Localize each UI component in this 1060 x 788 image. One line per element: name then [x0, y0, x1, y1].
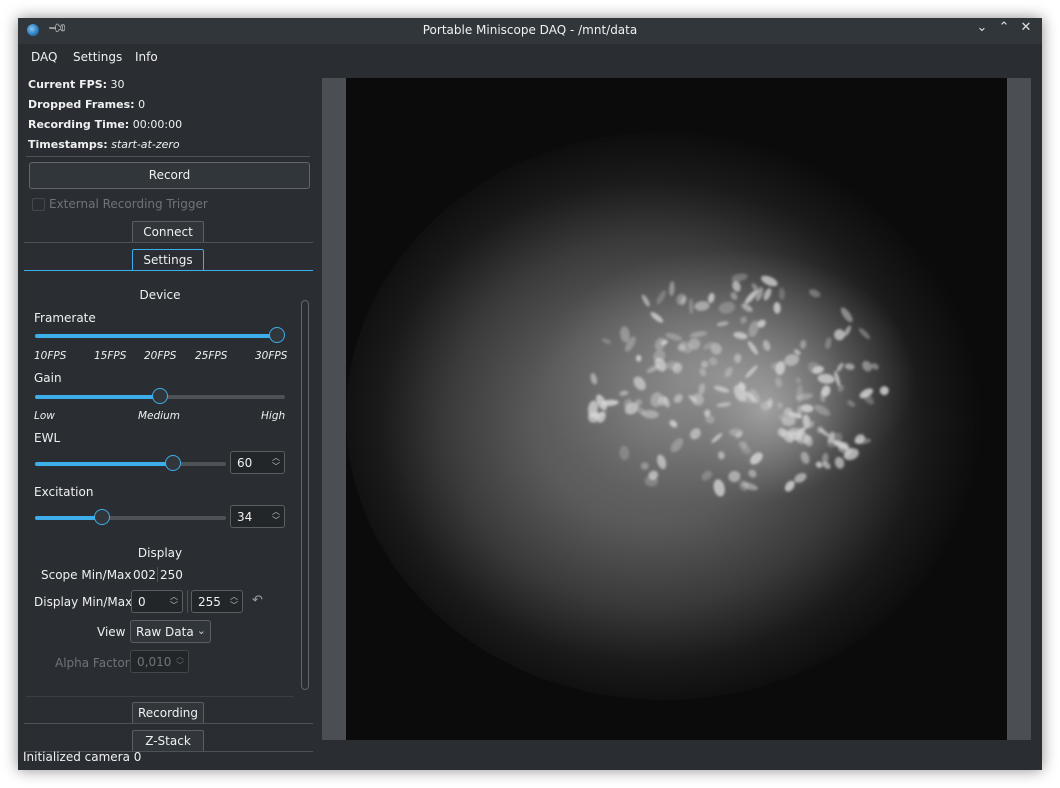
window-title: Portable Miniscope DAQ - /mnt/data [422, 23, 638, 37]
excitation-spinbox[interactable]: 34 ︿ ﹀ [230, 505, 285, 528]
recording-time: Recording Time: 00:00:00 [28, 118, 183, 131]
ewl-handle[interactable] [164, 455, 181, 471]
tab-divider [24, 723, 313, 724]
menu-daq[interactable]: DAQ [31, 50, 57, 64]
camera-frame [346, 78, 1007, 740]
framerate-tick: 30FPS [255, 350, 288, 362]
divider [26, 156, 310, 157]
scope-max-value: 250 [160, 568, 183, 582]
excitation-label: Excitation [34, 485, 94, 499]
display-minmax-label: Display Min/Max [34, 595, 133, 609]
tab-divider [24, 242, 313, 243]
timestamps: Timestamps: start-at-zero [28, 138, 180, 151]
alpha-factor-spinbox: 0,010 ︿ ﹀ [130, 650, 189, 673]
menu-info[interactable]: Info [135, 50, 158, 64]
spin-arrows-icon[interactable]: ︿ ﹀ [272, 507, 280, 525]
dropped-frames: Dropped Frames: 0 [28, 98, 146, 111]
reset-icon[interactable]: ↶ [252, 593, 263, 608]
record-button[interactable]: Record [29, 162, 310, 189]
excitation-slider[interactable] [35, 509, 226, 525]
spin-arrows-icon[interactable]: ︿ ﹀ [170, 592, 178, 610]
tab-settings-underline [24, 270, 313, 271]
title-bar[interactable]: 📌︎ Portable Miniscope DAQ - /mnt/data ⌄ … [18, 17, 1042, 44]
alpha-factor-label: Alpha Factor [55, 656, 130, 670]
display-section-title: Display [137, 546, 183, 560]
display-max-spinbox[interactable]: 255 ︿ ﹀ [191, 590, 243, 613]
spin-arrows-icon[interactable]: ︿ ﹀ [230, 592, 238, 610]
scope-min-value: 002 [133, 568, 156, 582]
spin-arrows-icon[interactable]: ︿ ﹀ [272, 453, 280, 471]
view-label: View [97, 625, 126, 639]
framerate-handle[interactable] [269, 327, 285, 343]
divider [26, 696, 294, 697]
gain-tick-low: Low [34, 410, 55, 422]
external-trigger-checkbox[interactable] [32, 198, 45, 211]
gain-slider[interactable] [35, 388, 285, 404]
gain-handle[interactable] [152, 388, 168, 404]
spin-arrows-icon: ︿ ﹀ [176, 652, 184, 670]
control-panel: Current FPS: 30 Dropped Frames: 0 Record… [18, 70, 318, 752]
menu-settings[interactable]: Settings [73, 50, 122, 64]
minimize-button[interactable]: ⌄ [974, 20, 990, 35]
status-bar: Initialized camera 0 [23, 750, 142, 764]
video-display[interactable] [322, 78, 1031, 740]
excitation-handle[interactable] [93, 509, 110, 525]
chevron-down-icon: ⌄ [196, 624, 206, 637]
framerate-label: Framerate [34, 311, 96, 325]
gain-tick-high: High [261, 410, 286, 422]
view-select[interactable]: Raw Data ⌄ [130, 620, 211, 643]
framerate-slider[interactable] [35, 327, 285, 343]
device-section-title: Device [139, 288, 181, 302]
divider [187, 590, 188, 613]
gain-label: Gain [34, 371, 62, 385]
tab-zstack[interactable]: Z-Stack [132, 730, 204, 752]
divider [157, 567, 158, 582]
tab-settings[interactable]: Settings [132, 249, 204, 271]
menu-bar: DAQ Settings Info [18, 44, 1042, 70]
settings-scrollbar[interactable] [301, 300, 309, 690]
tab-connect[interactable]: Connect [132, 221, 204, 243]
current-fps: Current FPS: 30 [28, 78, 125, 91]
external-trigger-label: External Recording Trigger [49, 197, 208, 211]
ewl-slider[interactable] [35, 455, 226, 471]
ewl-spinbox[interactable]: 60 ︿ ﹀ [230, 451, 285, 474]
scope-minmax-label: Scope Min/Max [41, 568, 132, 582]
framerate-tick: 20FPS [144, 350, 177, 362]
tab-recording[interactable]: Recording [132, 702, 204, 724]
framerate-tick: 10FPS [34, 350, 67, 362]
close-button[interactable]: ✕ [1018, 20, 1034, 35]
framerate-tick: 25FPS [195, 350, 228, 362]
framerate-tick: 15FPS [94, 350, 127, 362]
gain-tick-medium: Medium [138, 410, 180, 422]
display-min-spinbox[interactable]: 0 ︿ ﹀ [131, 590, 183, 613]
ewl-label: EWL [34, 431, 61, 445]
app-window: 📌︎ Portable Miniscope DAQ - /mnt/data ⌄ … [18, 17, 1042, 770]
maximize-button[interactable]: ⌃ [996, 20, 1012, 35]
